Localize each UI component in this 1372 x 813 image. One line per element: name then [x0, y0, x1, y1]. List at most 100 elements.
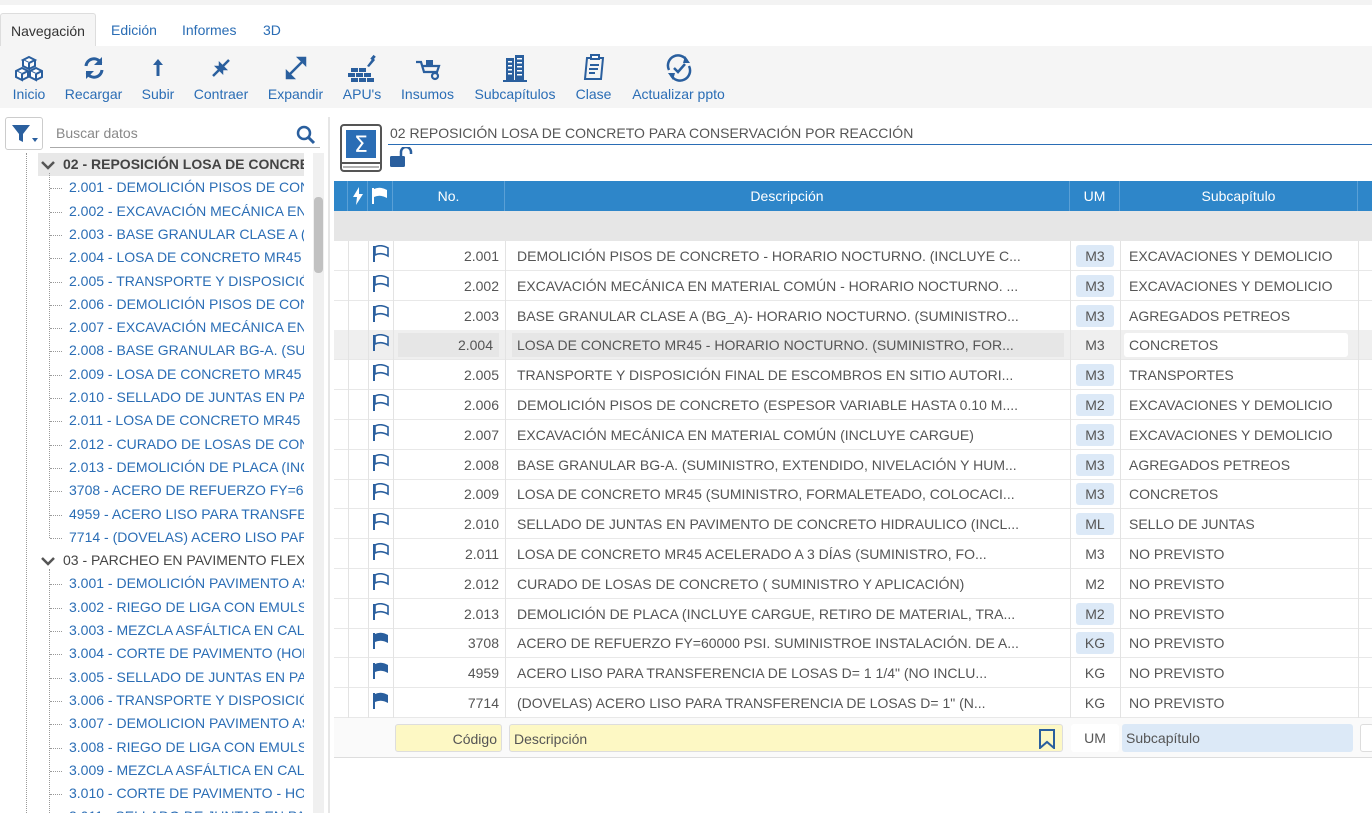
flag-outline-icon[interactable] [372, 364, 390, 382]
flag-filled-icon[interactable] [372, 632, 390, 650]
flag-outline-icon[interactable] [372, 483, 390, 501]
chevron-down-icon[interactable] [41, 160, 55, 170]
tree-item[interactable]: 2.005 - TRANSPORTE Y DISPOSICIÓN FINAL [69, 270, 304, 293]
tree-group[interactable]: 02 - REPOSICIÓN LOSA DE CONCRETO PARA CO… [38, 153, 304, 176]
filter-button[interactable] [5, 117, 43, 150]
tree-connector [50, 631, 62, 632]
tree-item[interactable]: 3.008 - RIEGO DE LIGA CON EMULSIÓN [69, 736, 304, 759]
new-extra-field[interactable] [1360, 723, 1372, 752]
tree-item[interactable]: 2.004 - LOSA DE CONCRETO MR45 [69, 246, 304, 269]
flag-outline-icon[interactable] [372, 423, 390, 442]
search-icon[interactable] [296, 125, 316, 145]
tree-item[interactable]: 2.001 - DEMOLICIÓN PISOS DE CONCRETO - H… [69, 176, 304, 199]
table-row[interactable]: 3708 ACERO DE REFUERZO FY=60000 PSI. SUMI… [334, 628, 1372, 659]
tab-navegacion[interactable]: Navegación [0, 13, 96, 46]
search-input[interactable] [50, 120, 285, 146]
table-row[interactable]: 2.003 BASE GRANULAR CLASE A (BG_A)- HORAR… [334, 300, 1372, 331]
tree-item[interactable]: 4959 - ACERO LISO PARA TRANSFERENCIA [69, 503, 304, 526]
tree-item[interactable]: 2.006 - DEMOLICIÓN PISOS DE CONCRETO [69, 293, 304, 316]
flag-outline-icon[interactable] [372, 453, 390, 472]
tree-item[interactable]: 2.008 - BASE GRANULAR BG-A. (SUMINISTRO [69, 339, 304, 362]
flag-outline-icon[interactable] [372, 543, 390, 561]
tree-item[interactable]: 7714 - (DOVELAS) ACERO LISO PARA [69, 526, 304, 549]
recargar-button[interactable]: Recargar [62, 52, 125, 104]
header-flag[interactable] [368, 181, 393, 211]
tree-item[interactable]: 3.010 - CORTE DE PAVIMENTO - HORARIO [69, 782, 304, 805]
header-lightning[interactable] [348, 181, 368, 211]
table-row[interactable]: 2.013 DEMOLICIÓN DE PLACA (INCLUYE CARGUE… [334, 598, 1372, 629]
flag-outline-icon[interactable] [372, 602, 390, 621]
tab-3d[interactable]: 3D [253, 13, 291, 46]
flag-outline-icon[interactable] [372, 513, 390, 531]
flag-outline-icon[interactable] [372, 274, 390, 293]
tree-item[interactable]: 2.011 - LOSA DE CONCRETO MR45 [69, 409, 304, 432]
tree-item[interactable]: 3708 - ACERO DE REFUERZO FY=60000 [69, 479, 304, 502]
item-unit: M3 [1070, 301, 1120, 331]
subcapitulos-button[interactable]: Subcapítulos [471, 52, 559, 104]
flag-outline-icon[interactable] [372, 245, 390, 263]
inicio-button[interactable]: Inicio [11, 52, 47, 104]
table-row[interactable]: 2.010 SELLADO DE JUNTAS EN PAVIMENTO DE C… [334, 509, 1372, 540]
table-row[interactable]: 7714 (DOVELAS) ACERO LISO PARA TRANSFEREN… [334, 688, 1372, 718]
tree-item[interactable]: 3.009 - MEZCLA ASFÁLTICA EN CALIENTE [69, 759, 304, 782]
table-row[interactable]: 2.006 DEMOLICIÓN PISOS DE CONCRETO (ESPES… [334, 390, 1372, 420]
tree-item[interactable]: 3.003 - MEZCLA ASFÁLTICA EN CALIENTE [69, 619, 304, 642]
table-row[interactable]: 2.008 BASE GRANULAR BG-A. (SUMINISTRO, EX… [334, 449, 1372, 480]
apus-button[interactable]: APU's [340, 52, 384, 104]
tree-scrollbar-thumb[interactable] [314, 197, 323, 273]
contraer-button[interactable]: Contraer [191, 52, 251, 104]
tree-item[interactable]: 3.005 - SELLADO DE JUNTAS EN PAVIMENTO [69, 666, 304, 689]
tree-group[interactable]: 03 - PARCHEO EN PAVIMENTO FLEXIBLE [38, 549, 304, 572]
flag-outline-icon[interactable] [372, 572, 390, 591]
table-row[interactable]: 2.005 TRANSPORTE Y DISPOSICIÓN FINAL DE E… [334, 360, 1372, 391]
tree-item[interactable]: 2.002 - EXCAVACIÓN MECÁNICA EN MATERIAL … [69, 200, 304, 223]
header-no[interactable]: No. [393, 181, 505, 211]
flag-outline-icon[interactable] [372, 394, 390, 412]
new-unit-field[interactable]: UM [1071, 723, 1119, 752]
insumos-button[interactable]: Insumos [399, 52, 456, 104]
tree-scrollbar[interactable] [313, 153, 324, 813]
tree-item[interactable]: 2.010 - SELLADO DE JUNTAS EN PAVIMENTO [69, 386, 304, 409]
table-row[interactable]: 2.012 CURADO DE LOSAS DE CONCRETO ( SUMIN… [334, 568, 1372, 599]
flag-filled-icon[interactable] [372, 662, 390, 680]
tree-item[interactable]: 3.006 - TRANSPORTE Y DISPOSICIÓN FINAL [69, 689, 304, 712]
cell-divider [393, 330, 394, 361]
bookmark-icon[interactable] [1038, 728, 1056, 749]
header-um[interactable]: UM [1070, 181, 1120, 211]
tree-item[interactable]: 3.004 - CORTE DE PAVIMENTO (HORARIO [69, 642, 304, 665]
tree-item[interactable]: 2.012 - CURADO DE LOSAS DE CONCRETO [69, 433, 304, 456]
unlock-icon[interactable] [388, 147, 414, 169]
actualizar-ppto-button[interactable]: Actualizar ppto [628, 52, 729, 104]
cell-divider [348, 479, 349, 510]
clase-button[interactable]: Clase [573, 52, 614, 104]
table-row[interactable]: 4959 ACERO LISO PARA TRANSFERENCIA DE LOS… [334, 658, 1372, 689]
table-row[interactable]: 2.011 LOSA DE CONCRETO MR45 ACELERADO A 3… [334, 539, 1372, 569]
tree-item[interactable]: 3.011 - SELLADO DE JUNTAS EN PAVIMENTO [69, 805, 304, 813]
tree-item[interactable]: 3.002 - RIEGO DE LIGA CON EMULSIÓN [69, 596, 304, 619]
tab-informes[interactable]: Informes [172, 13, 246, 46]
chevron-down-icon[interactable] [41, 556, 55, 566]
tab-edicion[interactable]: Edición [101, 13, 167, 46]
flag-outline-icon[interactable] [372, 334, 390, 352]
table-row[interactable]: 2.007 EXCAVACIÓN MECÁNICA EN MATERIAL COM… [334, 419, 1372, 450]
table-row[interactable]: 2.001 DEMOLICIÓN PISOS DE CONCRETO - HORA… [334, 241, 1372, 271]
header-descripcion[interactable]: Descripción [505, 181, 1070, 211]
tree-item[interactable]: 2.009 - LOSA DE CONCRETO MR45 [69, 363, 304, 386]
tree-item[interactable]: 3.007 - DEMOLICION PAVIMENTO ASFÁLTICO [69, 712, 304, 735]
tree-item[interactable]: 2.007 - EXCAVACIÓN MECÁNICA EN MATERIAL [69, 316, 304, 339]
header-subcapitulo[interactable]: Subcapítulo [1120, 181, 1358, 211]
flag-filled-icon[interactable] [372, 692, 390, 710]
new-code-field[interactable]: Código [395, 723, 502, 752]
flag-outline-icon[interactable] [372, 304, 390, 323]
new-description-field[interactable]: Descripción [509, 723, 1063, 752]
panel-splitter[interactable] [328, 117, 330, 813]
table-row[interactable]: 2.009 LOSA DE CONCRETO MR45 (SUMINISTRO, … [334, 479, 1372, 510]
new-subchapter-field[interactable]: Subcapítulo [1122, 723, 1353, 752]
subir-button[interactable]: Subir [140, 52, 176, 104]
table-row[interactable]: 2.004 LOSA DE CONCRETO MR45 - HORARIO NOC… [334, 330, 1372, 361]
tree-item[interactable]: 2.013 - DEMOLICIÓN DE PLACA (INCLUYE [69, 456, 304, 479]
expandir-button[interactable]: Expandir [265, 52, 326, 104]
table-row[interactable]: 2.002 EXCAVACIÓN MECÁNICA EN MATERIAL COM… [334, 270, 1372, 301]
tree-item[interactable]: 2.003 - BASE GRANULAR CLASE A (BG_A) [69, 223, 304, 246]
tree-item[interactable]: 3.001 - DEMOLICIÓN PAVIMENTO ASFÁLTICO [69, 572, 304, 595]
